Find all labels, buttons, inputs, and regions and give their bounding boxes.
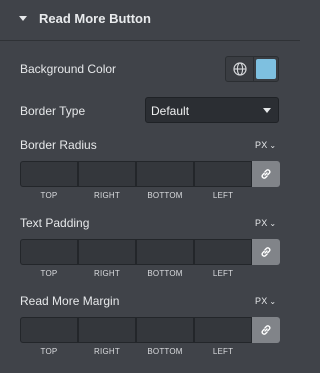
section-header[interactable]: Read More Button [0,0,300,41]
dropdown-arrow-icon [263,108,271,113]
caption-right: RIGHT [94,191,120,200]
border-type-label: Border Type [20,104,86,118]
margin-dimensions [20,317,280,343]
margin-unit-selector[interactable]: PX ⌄ [255,296,276,306]
border-radius-left-input[interactable] [194,161,252,187]
caption-top: TOP [40,191,58,200]
globe-icon[interactable] [232,61,248,77]
margin-left-input[interactable] [194,317,252,343]
border-type-value: Default [151,104,190,118]
border-radius-label: Border Radius [20,138,97,152]
text-padding-top-input[interactable] [20,239,78,265]
read-more-margin-label: Read More Margin [20,294,120,308]
caret-down-icon [19,16,27,21]
chevron-down-icon: ⌄ [269,141,277,150]
text-padding-dimensions [20,239,280,265]
border-radius-bottom-input[interactable] [136,161,194,187]
caption-bottom: BOTTOM [147,347,183,356]
section-title: Read More Button [39,11,151,26]
caption-bottom: BOTTOM [147,191,183,200]
caption-top: TOP [40,347,58,356]
border-type-select[interactable]: Default [145,97,279,123]
border-radius-top-input[interactable] [20,161,78,187]
margin-top-input[interactable] [20,317,78,343]
caption-right: RIGHT [94,347,120,356]
link-icon [261,169,271,179]
border-radius-right-input[interactable] [78,161,136,187]
link-icon [261,325,271,335]
unit-label: PX [255,296,268,306]
caption-left: LEFT [212,347,234,356]
border-radius-unit-selector[interactable]: PX ⌄ [255,140,276,150]
caption-left: LEFT [212,269,234,278]
background-color-control [225,56,279,82]
text-padding-label: Text Padding [20,216,90,230]
text-padding-right-input[interactable] [78,239,136,265]
unit-label: PX [255,140,268,150]
caption-bottom: BOTTOM [147,269,183,278]
margin-bottom-input[interactable] [136,317,194,343]
chevron-down-icon: ⌄ [269,219,277,228]
margin-captions: TOP RIGHT BOTTOM LEFT [20,347,252,359]
caption-top: TOP [40,269,58,278]
color-swatch[interactable] [256,59,276,79]
border-radius-captions: TOP RIGHT BOTTOM LEFT [20,191,252,203]
text-padding-unit-selector[interactable]: PX ⌄ [255,218,276,228]
link-values-button[interactable] [252,317,280,343]
chevron-down-icon: ⌄ [269,297,277,306]
control-divider [253,57,254,81]
margin-right-input[interactable] [78,317,136,343]
border-radius-dimensions [20,161,280,187]
caption-left: LEFT [212,191,234,200]
background-color-label: Background Color [20,62,117,76]
text-padding-left-input[interactable] [194,239,252,265]
unit-label: PX [255,218,268,228]
text-padding-captions: TOP RIGHT BOTTOM LEFT [20,269,252,281]
link-values-button[interactable] [252,239,280,265]
caption-right: RIGHT [94,269,120,278]
link-values-button[interactable] [252,161,280,187]
text-padding-bottom-input[interactable] [136,239,194,265]
link-icon [261,247,271,257]
